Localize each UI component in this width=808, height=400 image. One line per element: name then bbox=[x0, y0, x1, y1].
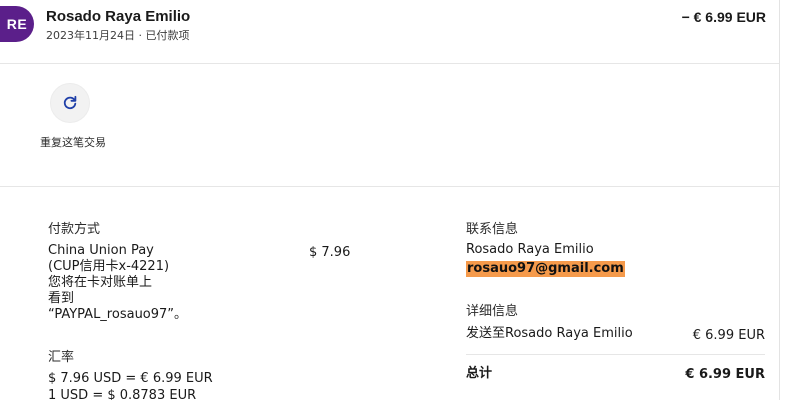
contact-name: Rosado Raya Emilio bbox=[466, 242, 594, 257]
sent-to-label: 发送至Rosado Raya Emilio bbox=[466, 326, 633, 341]
avatar-initials: RE bbox=[6, 16, 28, 32]
merchant-name: Rosado Raya Emilio bbox=[46, 8, 191, 25]
repeat-transaction-label[interactable]: 重复这笔交易 bbox=[40, 135, 106, 150]
exchange-rate-heading: 汇率 bbox=[48, 350, 75, 365]
payment-method-line: (CUP信用卡x-4221) bbox=[48, 259, 170, 274]
divider bbox=[0, 186, 779, 187]
total-label: 总计 bbox=[466, 366, 493, 381]
transaction-date-status: 2023年11月24日 · 已付款项 bbox=[46, 29, 190, 42]
avatar: RE bbox=[0, 6, 34, 42]
exchange-rate-line: $ 7.96 USD = € 6.99 EUR bbox=[48, 371, 213, 386]
payment-method-line: 看到 bbox=[48, 291, 75, 306]
repeat-transaction-button[interactable] bbox=[50, 83, 90, 123]
exchange-rate-line: 1 USD = $ 0.8783 EUR bbox=[48, 388, 197, 400]
details-heading: 详细信息 bbox=[466, 304, 519, 319]
payment-amount: $ 7.96 bbox=[309, 245, 351, 260]
payment-method-line: 您将在卡对账单上 bbox=[48, 275, 153, 290]
divider bbox=[466, 354, 765, 355]
divider bbox=[0, 63, 779, 64]
transaction-detail-panel: RE Rosado Raya Emilio 2023年11月24日 · 已付款项… bbox=[0, 0, 780, 400]
transaction-amount: − € 6.99 EUR bbox=[681, 9, 766, 25]
payment-method-line: China Union Pay bbox=[48, 243, 154, 258]
sent-amount: € 6.99 EUR bbox=[692, 328, 765, 343]
refresh-icon bbox=[63, 95, 77, 110]
payment-method-heading: 付款方式 bbox=[48, 222, 101, 237]
contact-email[interactable]: rosauo97@gmail.com bbox=[466, 261, 625, 277]
total-amount: € 6.99 EUR bbox=[685, 367, 765, 382]
payment-method-line: “PAYPAL_rosauo97”。 bbox=[48, 307, 188, 322]
contact-info-heading: 联系信息 bbox=[466, 222, 519, 237]
